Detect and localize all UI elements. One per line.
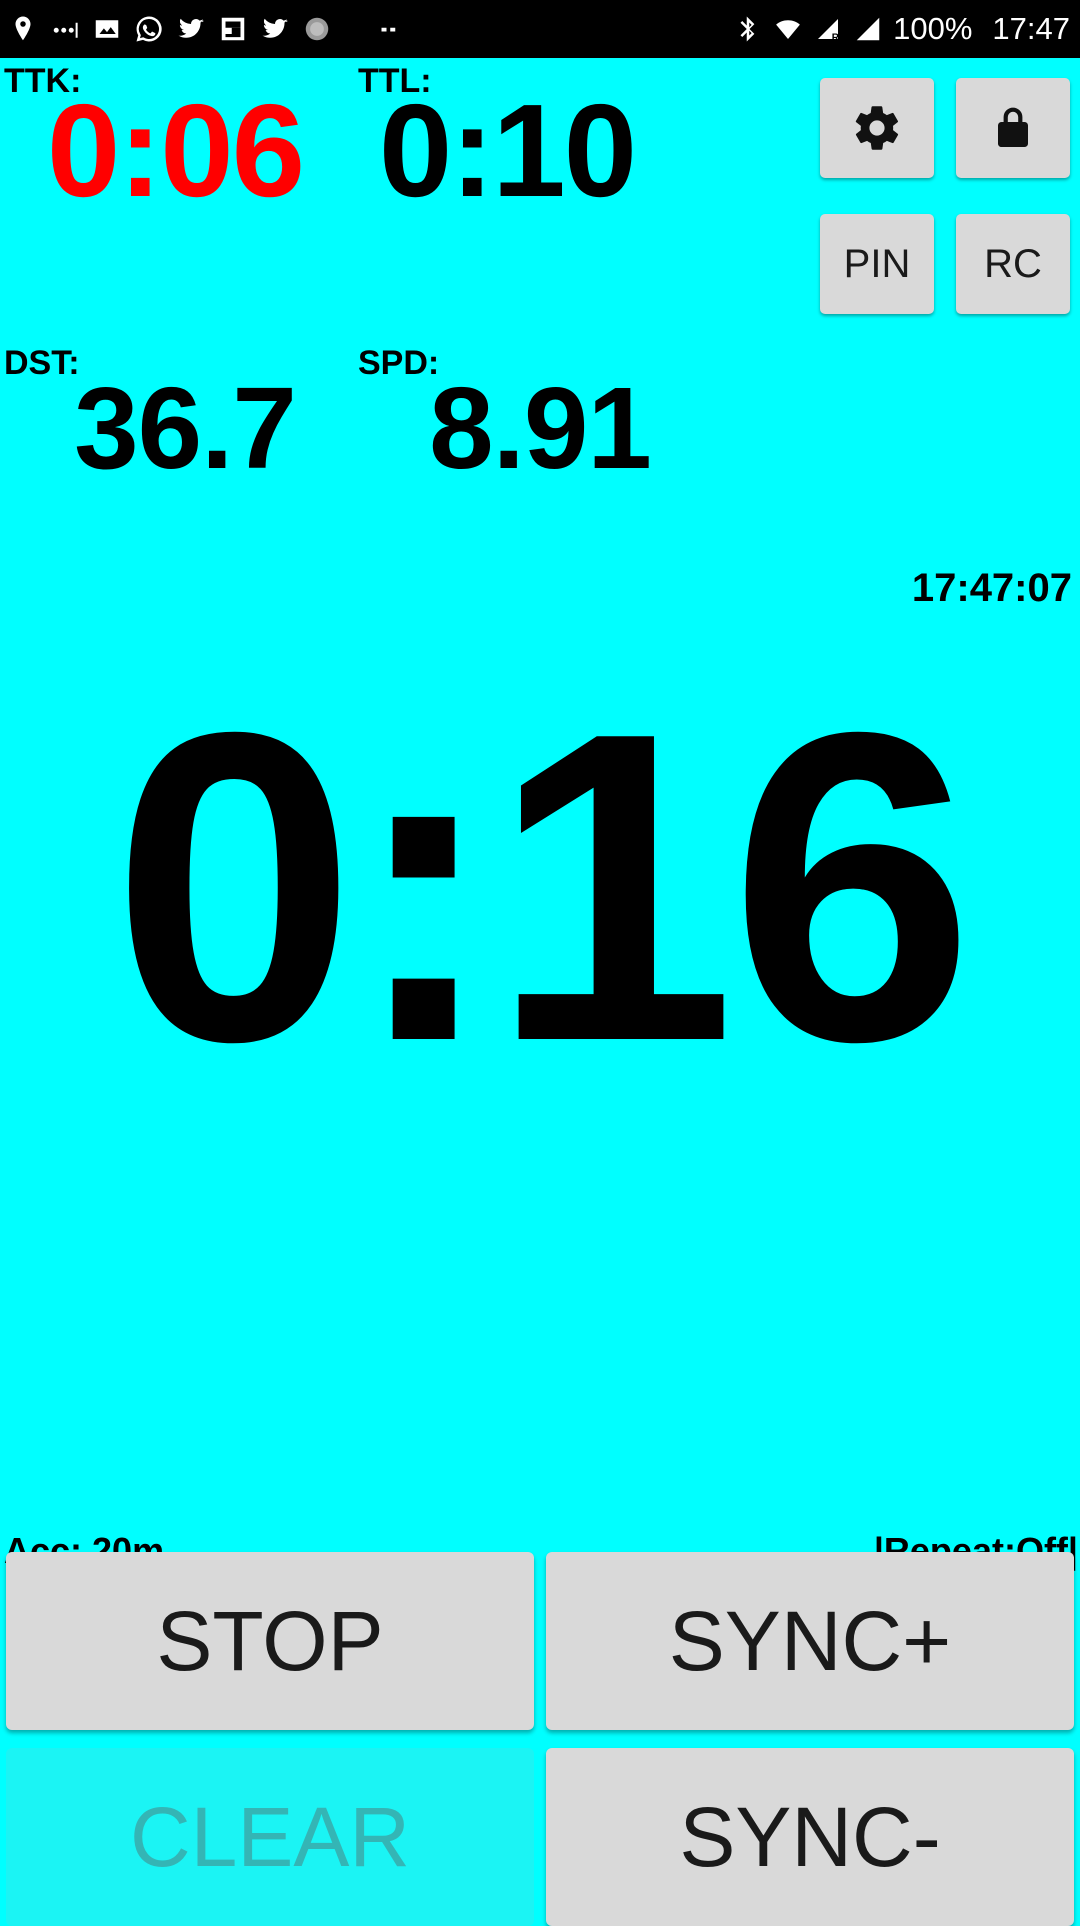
main-timer-display: 0:16 — [111, 642, 975, 1133]
lock-button[interactable] — [956, 78, 1070, 178]
current-time-display: 17:47:07 — [911, 566, 1072, 610]
spd-value: 8.91 — [429, 363, 652, 493]
location-icon — [8, 14, 38, 44]
ttk-value: 0:06 — [46, 77, 305, 224]
lock-icon — [989, 102, 1037, 154]
battery-percent-label: 100% — [893, 11, 973, 46]
bluetooth-icon — [733, 14, 763, 44]
pin-button-label: PIN — [843, 241, 911, 286]
twitter-icon — [176, 14, 206, 44]
twitter-icon-2 — [260, 14, 290, 44]
whatsapp-icon — [134, 14, 164, 44]
two-dots-icon — [374, 14, 404, 44]
status-bar-system-icons: R 100% 17:47 — [733, 11, 1070, 47]
rc-button-label: RC — [984, 241, 1042, 286]
signal-roaming-icon: R — [813, 14, 843, 44]
status-bar-clock: 17:47 — [992, 11, 1070, 46]
stop-button[interactable]: STOP — [6, 1552, 534, 1730]
settings-button[interactable] — [820, 78, 934, 178]
ttl-value: 0:10 — [378, 77, 637, 224]
signal-icon — [853, 14, 883, 44]
rc-button[interactable]: RC — [956, 214, 1070, 314]
status-bar: R 100% 17:47 — [0, 0, 1080, 58]
sync-minus-button[interactable]: SYNC- — [546, 1748, 1074, 1926]
svg-text:R: R — [832, 32, 840, 43]
more-dots-icon — [50, 14, 80, 44]
gear-icon — [851, 102, 903, 154]
sync-plus-button-label: SYNC+ — [668, 1593, 952, 1688]
sync-minus-button-label: SYNC- — [679, 1789, 941, 1884]
clear-button: CLEAR — [6, 1748, 534, 1926]
sync-plus-button[interactable]: SYNC+ — [546, 1552, 1074, 1730]
flipboard-icon — [218, 14, 248, 44]
wifi-icon — [773, 14, 803, 44]
image-icon — [92, 14, 122, 44]
status-bar-notification-icons — [8, 14, 733, 44]
circle-spinner-icon — [302, 14, 332, 44]
clear-button-label: CLEAR — [129, 1789, 411, 1884]
pin-button[interactable]: PIN — [820, 214, 934, 314]
stop-button-label: STOP — [156, 1593, 384, 1688]
app-root: TTK: 0:06 TTL: 0:10 PIN RC DST: 36.7 SPD… — [0, 58, 1080, 1926]
dst-value: 36.7 — [74, 363, 297, 493]
